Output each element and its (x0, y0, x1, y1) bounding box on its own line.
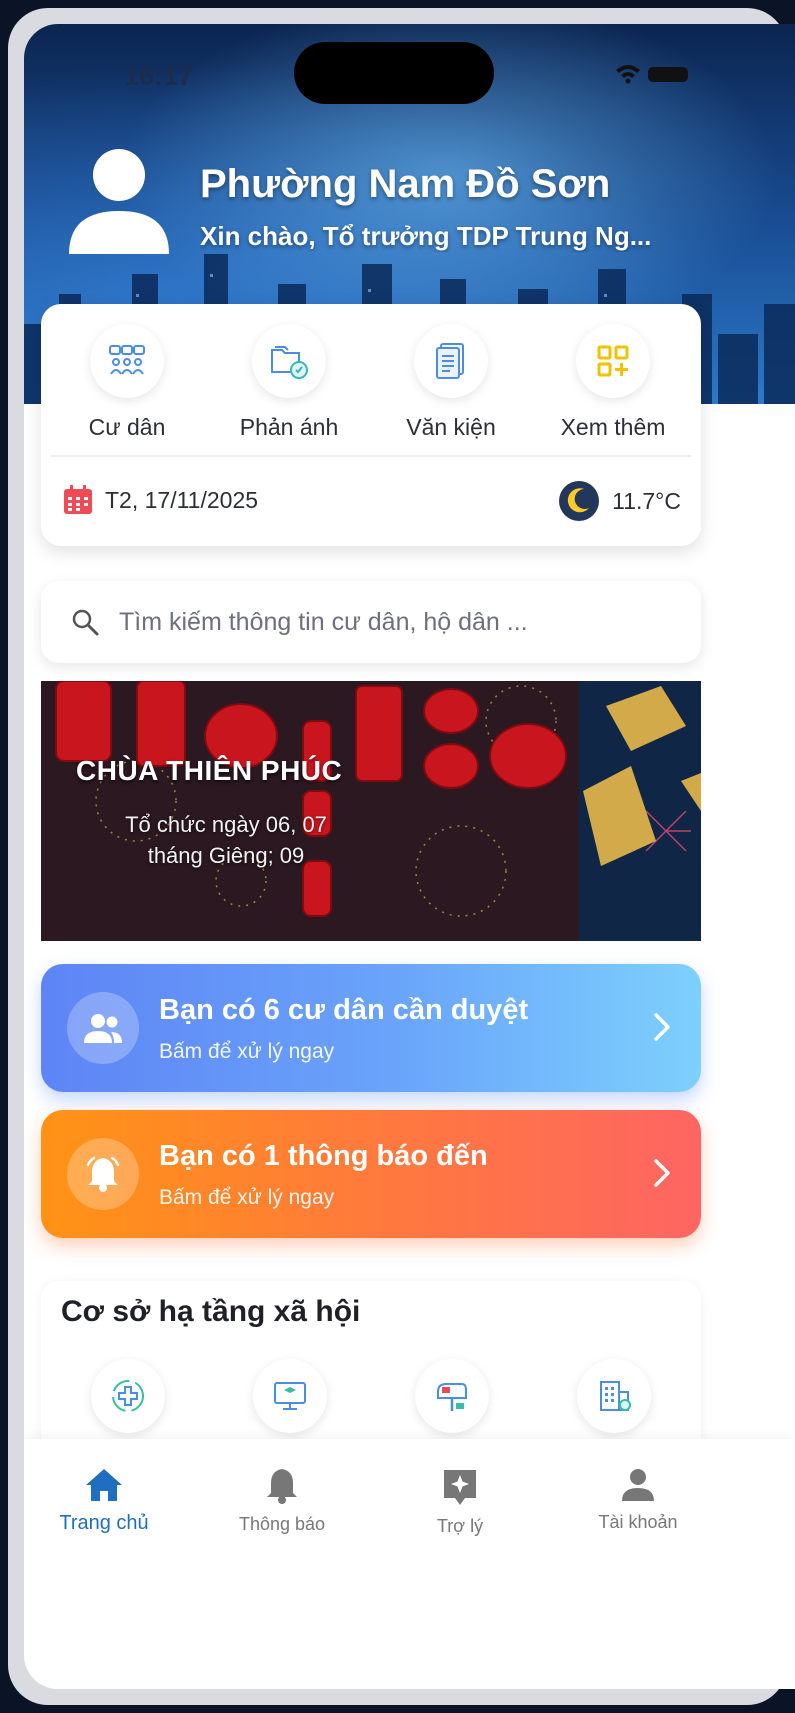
nav-label: Trợ lý (436, 1516, 484, 1536)
weather-display: 11.7°C (558, 480, 681, 522)
avatar-icon[interactable] (64, 139, 174, 254)
bottom-navigation: Trang chủ Thông báo Trợ lý Tài khoản (24, 1439, 795, 1689)
pending-residents-alert[interactable]: Bạn có 6 cư dân cần duyệt Bấm để xử lý n… (41, 964, 701, 1092)
quick-action-feedback[interactable]: Phản ánh (209, 324, 369, 441)
quick-action-label: Phản ánh (239, 414, 339, 440)
banner-description: Tổ chức ngày 06, 07 tháng Giêng; 09 (125, 812, 327, 868)
assistant-icon (444, 1470, 476, 1505)
app-screen: 16:17 Phường Nam Đồ Sơn Xin chào, Tổ trư… (24, 24, 795, 1689)
wifi-icon (616, 65, 640, 84)
moon-night-icon (559, 481, 600, 521)
account-icon (622, 1469, 654, 1501)
quick-action-documents[interactable]: Văn kiện (371, 324, 531, 441)
event-banner[interactable]: CHÙA THIÊN PHÚC Tổ chức ngày 06, 07 thán… (41, 681, 701, 941)
quick-action-label: Cư dân (88, 414, 166, 440)
nav-label: Trang chủ (59, 1512, 149, 1534)
infra-item-postal[interactable] (415, 1359, 489, 1433)
alert-title: Bạn có 1 thông báo đến (159, 1140, 488, 1172)
infra-item-medical[interactable] (91, 1359, 165, 1433)
date-text: T2, 17/11/2025 (105, 486, 259, 513)
bell-icon (86, 1156, 120, 1192)
bell-icon (267, 1469, 297, 1504)
greeting-subtitle: Xin chào, Tổ trưởng TDP Trung Ng... (200, 221, 652, 251)
page-title: Phường Nam Đồ Sơn (200, 162, 611, 206)
nav-item-assistant[interactable]: Trợ lý (380, 1467, 540, 1537)
search-icon (72, 609, 99, 636)
quick-action-more[interactable]: Xem thêm (533, 324, 693, 441)
infra-item-building[interactable] (577, 1359, 651, 1433)
document-icon (436, 343, 464, 379)
chevron-right-icon (654, 1159, 670, 1187)
date-display: T2, 17/11/2025 (63, 485, 258, 515)
home-icon (86, 1469, 122, 1501)
alert-title: Bạn có 6 cư dân cần duyệt (159, 994, 529, 1026)
quick-action-label: Văn kiện (406, 414, 496, 440)
camera-notch (294, 42, 494, 104)
residents-icon (109, 345, 145, 375)
calendar-icon (64, 485, 92, 514)
grid-plus-icon (597, 345, 629, 377)
notification-alert[interactable]: Bạn có 1 thông báo đến Bấm để xử lý ngay (41, 1110, 701, 1238)
nav-item-notifications[interactable]: Thông báo (202, 1467, 362, 1535)
medical-icon (112, 1380, 144, 1412)
education-icon (274, 1382, 306, 1410)
status-time: 16:17 (124, 61, 194, 91)
alert-subtitle: Bấm để xử lý ngay (159, 1186, 335, 1209)
nav-label: Thông báo (238, 1514, 326, 1534)
status-icons (614, 62, 694, 91)
feedback-folder-icon (271, 346, 308, 379)
temperature-text: 11.7°C (612, 487, 681, 514)
building-icon (600, 1381, 631, 1411)
infra-item-education[interactable] (253, 1359, 327, 1433)
quick-actions-card: Cư dân Phản ánh Văn kiện Xem thêm T2, 17… (41, 304, 701, 546)
alert-subtitle: Bấm để xử lý ngay (159, 1040, 335, 1063)
nav-item-account[interactable]: Tài khoản (558, 1467, 718, 1533)
nav-label: Tài khoản (598, 1512, 678, 1532)
nav-item-home[interactable]: Trang chủ (24, 1467, 184, 1535)
people-icon (84, 1014, 122, 1043)
mailbox-icon (437, 1383, 467, 1411)
banner-title: CHÙA THIÊN PHÚC (76, 755, 343, 786)
chevron-right-icon (654, 1013, 670, 1041)
battery-icon (648, 67, 688, 82)
quick-action-residents[interactable]: Cư dân (47, 324, 207, 441)
quick-action-label: Xem thêm (560, 414, 666, 440)
search-bar[interactable] (41, 581, 701, 663)
divider (51, 455, 691, 457)
section-title: Cơ sở hạ tầng xã hội (61, 1295, 361, 1328)
search-input[interactable] (117, 606, 701, 638)
